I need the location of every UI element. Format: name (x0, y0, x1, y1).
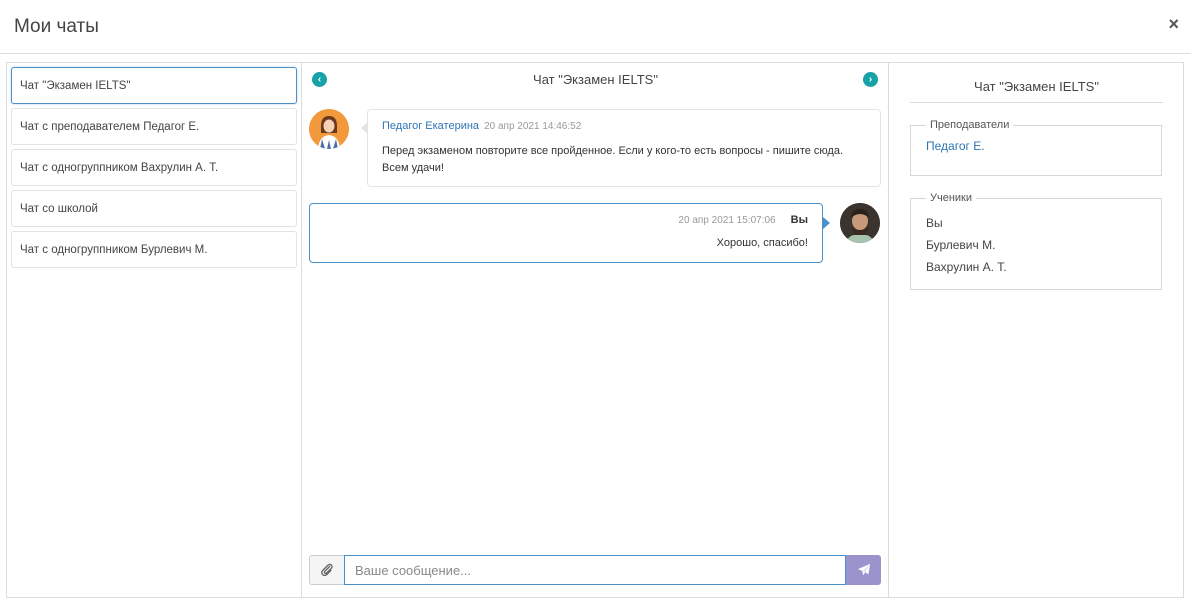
teachers-legend: Преподаватели (930, 119, 1010, 131)
send-button[interactable] (846, 555, 881, 585)
paper-plane-icon (857, 563, 870, 576)
chat-list-item-label: Чат "Экзамен IELTS" (20, 79, 131, 92)
chat-list-item-label: Чат с одногруппником Бурлевич М. (20, 243, 208, 256)
avatar (309, 109, 349, 149)
message-text: Перед экзаменом повторите все пройденное… (382, 145, 844, 174)
chat-list-item[interactable]: Чат "Экзамен IELTS" (11, 67, 297, 104)
message-time: 20 апр 2021 14:46:52 (484, 121, 582, 132)
chat-list-item-label: Чат с преподавателем Педагог Е. (20, 120, 200, 133)
student-name: Вы (926, 216, 943, 230)
chat-list-item-label: Чат со школой (20, 202, 98, 215)
students-legend: Ученики (930, 192, 973, 204)
chat-list-item-label: Чат с одногруппником Вахрулин А. Т. (20, 161, 219, 174)
paperclip-icon[interactable] (309, 555, 344, 585)
chat-info-panel: Чат "Экзамен IELTS" Преподаватели Педаго… (889, 63, 1183, 597)
student-name: Бурлевич М. (926, 238, 996, 252)
student-name: Вахрулин А. Т. (926, 260, 1007, 274)
info-title: Чат "Экзамен IELTS" (910, 79, 1163, 103)
modal-title: Мои чаты (14, 16, 99, 37)
chat-list-item[interactable]: Чат с одногруппником Бурлевич М. (11, 231, 297, 268)
message-text: Хорошо, спасибо! (716, 237, 808, 249)
message-incoming: Педагог Екатерина 20 апр 2021 14:46:52 П… (361, 109, 881, 187)
chat-list: Чат "Экзамен IELTS" Чат с преподавателем… (7, 63, 302, 597)
teacher-link[interactable]: Педагог Е. (926, 139, 1146, 153)
chevron-right-icon[interactable]: › (863, 72, 878, 87)
avatar (840, 203, 880, 243)
modal-body: Чат "Экзамен IELTS" Чат с преподавателем… (6, 62, 1184, 598)
chat-list-item[interactable]: Чат с одногруппником Вахрулин А. Т. (11, 149, 297, 186)
chat-list-item[interactable]: Чат со школой (11, 190, 297, 227)
teachers-group: Преподаватели Педагог Е. (910, 119, 1162, 176)
message-time: 20 апр 2021 15:07:06 (678, 215, 776, 226)
chat-conversation: Чат "Экзамен IELTS" ‹ › Педагог Екатерин… (302, 63, 889, 597)
message-author-link[interactable]: Педагог Екатерина (382, 120, 479, 132)
message-author: Вы (790, 214, 808, 226)
message-input[interactable] (344, 555, 846, 585)
message-outgoing: 20 апр 2021 15:07:06 Вы Хорошо, спасибо! (309, 203, 830, 263)
chat-title: Чат "Экзамен IELTS" (533, 72, 658, 87)
close-icon[interactable]: × (1168, 14, 1179, 34)
chat-list-item[interactable]: Чат с преподавателем Педагог Е. (11, 108, 297, 145)
message-composer (309, 555, 881, 585)
chevron-left-icon[interactable]: ‹ (312, 72, 327, 87)
students-group: Ученики Вы Бурлевич М. Вахрулин А. Т. (910, 192, 1162, 290)
modal-header: Мои чаты × (0, 0, 1191, 54)
